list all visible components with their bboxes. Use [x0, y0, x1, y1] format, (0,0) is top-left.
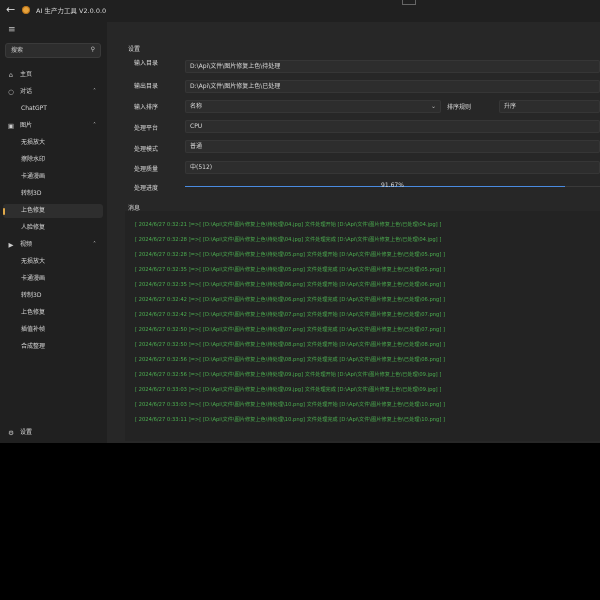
sidebar-item-label: 上色修复	[21, 309, 46, 316]
sidebar-item-14[interactable]: 上色修复	[0, 306, 106, 320]
title-bar: ← AI 生产力工具 V2.0.0.0	[0, 0, 600, 22]
sidebar-item-label: 设置	[20, 429, 33, 436]
sidebar-item-label: 卡通漫画	[21, 173, 46, 180]
log-line: [ 2024/6/27 0:32:50 ]=>[ [D:\Api\文件\图片修复…	[135, 327, 446, 333]
sidebar-item-label: 上色修复	[21, 207, 46, 214]
sidebar-item-10[interactable]: ▶ 视频 ˄	[0, 238, 106, 252]
sidebar-item-label: 转制3D	[21, 292, 42, 299]
log-line: [ 2024/6/27 0:32:35 ]=>[ [D:\Api\文件\图片修复…	[135, 267, 446, 273]
log-line: [ 2024/6/27 0:32:42 ]=>[ [D:\Api\文件\图片修复…	[135, 297, 446, 303]
minimize-button[interactable]	[402, 0, 416, 5]
sidebar-item-15[interactable]: 插值补帧	[0, 323, 106, 337]
sidebar-item-7[interactable]: 转制3D	[0, 187, 106, 201]
log-line: [ 2024/6/27 0:32:21 ]=>[ [D:\Api\文件\图片修复…	[135, 222, 442, 228]
hamburger-icon[interactable]: ≡	[8, 25, 16, 35]
main-panel: 设置 输入目录 D:\Api\文件\图片修复上色\待处理 输出目录 D:\Api…	[107, 22, 600, 443]
log-line: [ 2024/6/27 0:33:03 ]=>[ [D:\Api\文件\图片修复…	[135, 402, 446, 408]
progress-label: 处理进度	[134, 185, 159, 192]
progress-bar: 91.67%	[185, 182, 600, 190]
sidebar-item-label: 视频	[20, 241, 33, 248]
chevron-up-icon[interactable]: ˄	[93, 241, 96, 248]
log-line: [ 2024/6/27 0:32:56 ]=>[ [D:\Api\文件\图片修复…	[135, 372, 442, 378]
platform-label: 处理平台	[134, 125, 159, 132]
message-log: [ 2024/6/27 0:32:21 ]=>[ [D:\Api\文件\图片修复…	[125, 211, 600, 441]
sort-select[interactable]: 名称 ⌄	[185, 100, 441, 113]
sort-select-value: 名称	[190, 103, 203, 110]
settings-section-title: 设置	[128, 46, 141, 53]
mode-label: 处理模式	[134, 146, 159, 153]
sort-rule-select[interactable]: 升序	[499, 100, 600, 113]
app-title: AI 生产力工具 V2.0.0.0	[36, 7, 107, 15]
sidebar-item-label: 合成整理	[21, 343, 46, 350]
app-logo-icon	[22, 6, 30, 14]
sidebar-item-label: 无损放大	[21, 139, 46, 146]
image-icon: ▣	[7, 122, 15, 130]
input-dir-field[interactable]: D:\Api\文件\图片修复上色\待处理	[185, 60, 600, 73]
quality-label: 处理质量	[134, 166, 159, 173]
sidebar-item-label: 主页	[20, 71, 33, 78]
log-line: [ 2024/6/27 0:32:35 ]=>[ [D:\Api\文件\图片修复…	[135, 282, 446, 288]
home-icon: ⌂	[8, 71, 14, 79]
sidebar-item-2[interactable]: ChatGPT	[0, 102, 106, 116]
sidebar-item-label: ChatGPT	[21, 105, 47, 112]
sidebar-item-13[interactable]: 转制3D	[0, 289, 106, 303]
log-line: [ 2024/6/27 0:32:56 ]=>[ [D:\Api\文件\图片修复…	[135, 357, 446, 363]
sort-label: 输入排序	[134, 104, 159, 111]
log-line: [ 2024/6/27 0:32:28 ]=>[ [D:\Api\文件\图片修复…	[135, 252, 446, 258]
sidebar-item-0[interactable]: ⌂ 主页	[0, 68, 106, 82]
back-arrow-icon[interactable]: ←	[6, 4, 18, 16]
mode-select[interactable]: 普通	[185, 140, 600, 153]
sidebar-item-12[interactable]: 卡通漫画	[0, 272, 106, 286]
sidebar-item-label: 卡通漫画	[21, 275, 46, 282]
sidebar-item-4[interactable]: 无损放大	[0, 136, 106, 150]
gear-icon: ⚙	[8, 429, 14, 437]
output-dir-field[interactable]: D:\Api\文件\图片修复上色\已处理	[185, 80, 600, 93]
sidebar-item-11[interactable]: 无损放大	[0, 255, 106, 269]
app-window: ← AI 生产力工具 V2.0.0.0 ≡ ⚲ ⌂ 主页 ○ 对话 ˄ ChatGPT ▣ 图…	[0, 0, 600, 443]
search-input[interactable]	[11, 45, 83, 56]
log-line: [ 2024/6/27 0:32:42 ]=>[ [D:\Api\文件\图片修复…	[135, 312, 446, 318]
log-line: [ 2024/6/27 0:33:03 ]=>[ [D:\Api\文件\图片修复…	[135, 387, 442, 393]
progress-percent: 91.67%	[381, 182, 404, 189]
sidebar-item-label: 转制3D	[21, 190, 42, 197]
sidebar-item-label: 对话	[20, 88, 33, 95]
chevron-up-icon[interactable]: ˄	[93, 88, 96, 95]
video-icon: ▶	[8, 241, 14, 249]
input-dir-label: 输入目录	[134, 60, 159, 67]
sidebar-item-16[interactable]: 合成整理	[0, 340, 106, 354]
sidebar-item-1[interactable]: ○ 对话 ˄	[0, 85, 106, 99]
sidebar-item-5[interactable]: 擦除水印	[0, 153, 106, 167]
sidebar-item-9[interactable]: 人脸修复	[0, 221, 106, 235]
sidebar-item-label: 人脸修复	[21, 224, 46, 231]
quality-select[interactable]: 中(512)	[185, 161, 600, 174]
sidebar-item-label: 插值补帧	[21, 326, 46, 333]
log-line: [ 2024/6/27 0:33:11 ]=>[ [D:\Api\文件\图片修复…	[135, 417, 446, 423]
log-line: [ 2024/6/27 0:32:28 ]=>[ [D:\Api\文件\图片修复…	[135, 237, 442, 243]
log-line: [ 2024/6/27 0:32:50 ]=>[ [D:\Api\文件\图片修复…	[135, 342, 446, 348]
sidebar-item-6[interactable]: 卡通漫画	[0, 170, 106, 184]
sort-rule-label: 排序规则	[447, 104, 472, 111]
sidebar-item-3[interactable]: ▣ 图片 ˄	[0, 119, 106, 133]
active-indicator	[3, 208, 5, 215]
search-box: ⚲	[5, 43, 101, 58]
chevron-down-icon: ⌄	[430, 103, 436, 110]
search-icon[interactable]: ⚲	[91, 46, 95, 53]
sidebar-item-label: 无损放大	[21, 258, 46, 265]
sidebar-item-settings[interactable]: ⚙ 设置	[0, 426, 106, 440]
sidebar: ≡ ⚲ ⌂主页○对话˄ChatGPT▣图片˄无损放大擦除水印卡通漫画转制3D上色…	[0, 22, 106, 443]
output-dir-label: 输出目录	[134, 83, 159, 90]
sidebar-item-label: 擦除水印	[21, 156, 46, 163]
sidebar-item-label: 图片	[20, 122, 33, 129]
sidebar-item-8[interactable]: 上色修复	[3, 204, 103, 218]
chevron-up-icon[interactable]: ˄	[93, 122, 96, 129]
chat-icon: ○	[8, 88, 14, 96]
platform-select[interactable]: CPU	[185, 120, 600, 133]
